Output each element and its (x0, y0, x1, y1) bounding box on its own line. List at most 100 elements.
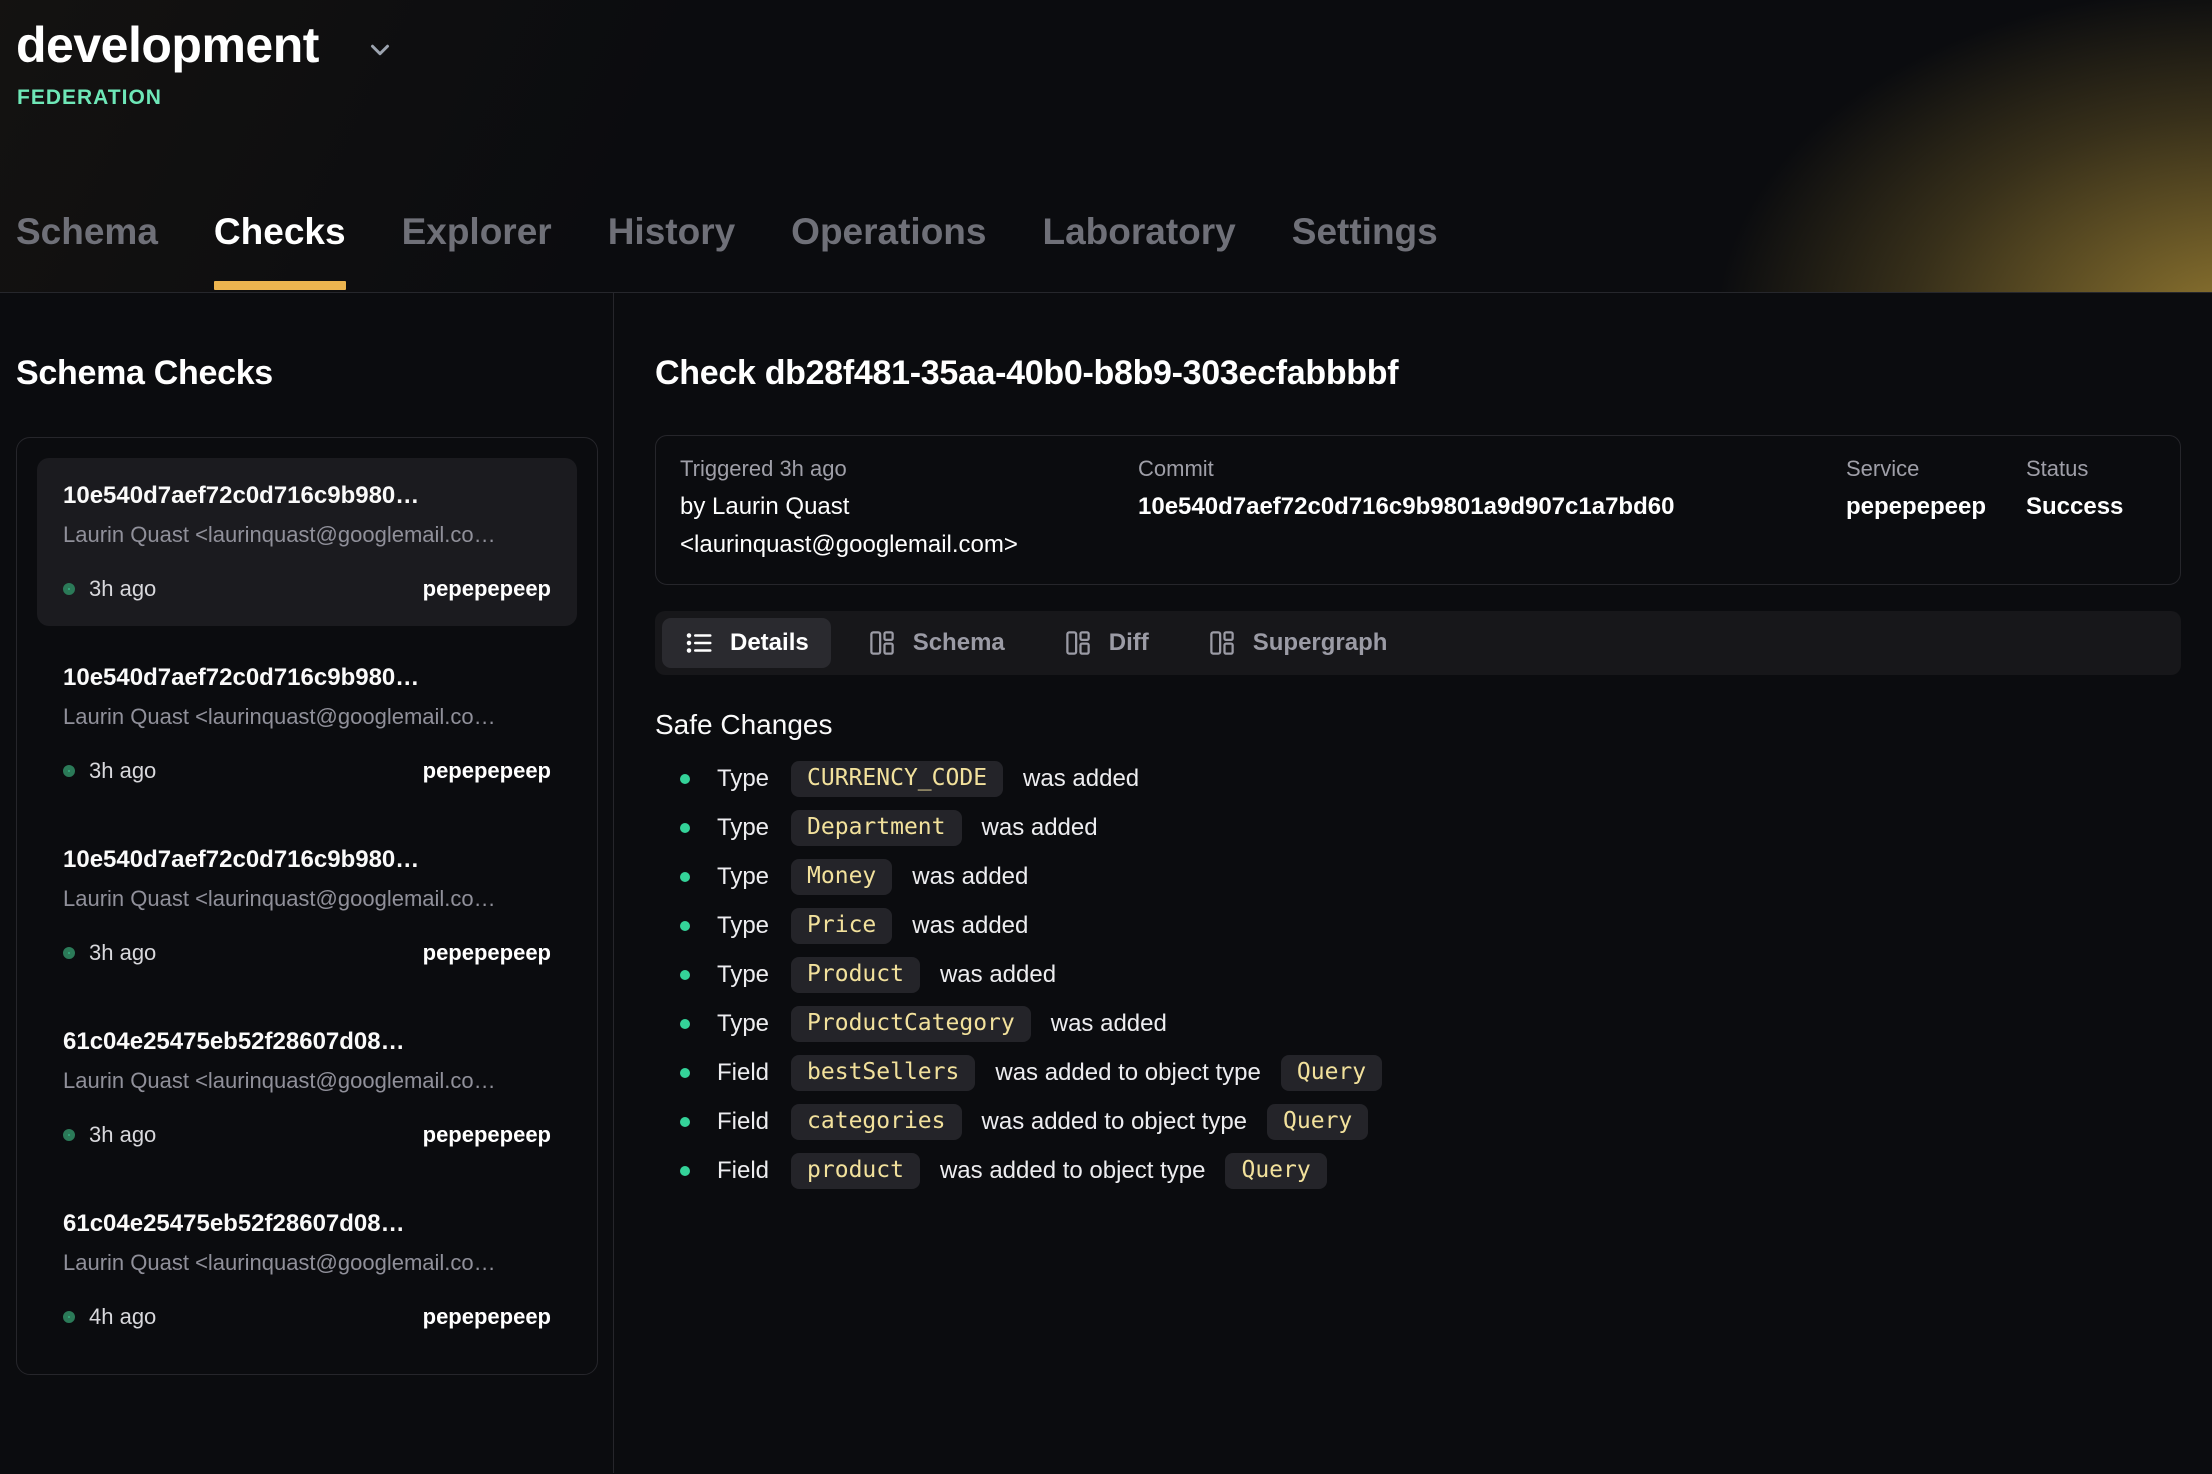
check-detail-tab[interactable]: Schema (845, 618, 1027, 668)
check-card[interactable]: 10e540d7aef72c0d716c9b980… Laurin Quast … (37, 458, 577, 626)
commit-column: Commit 10e540d7aef72c0d716c9b9801a9d907c… (1138, 452, 1846, 564)
checks-list: 10e540d7aef72c0d716c9b980… Laurin Quast … (16, 437, 598, 1375)
check-author: Laurin Quast <laurinquast@googlemail.co… (63, 1068, 551, 1094)
bullet-icon (680, 872, 690, 882)
project-title: development (16, 16, 319, 74)
nav-tab[interactable]: Settings (1292, 210, 1438, 292)
code-chip: Money (791, 859, 892, 895)
change-item: Type Money was added (655, 859, 2181, 895)
nav-tab[interactable]: Schema (16, 210, 158, 292)
columns-icon (1207, 628, 1237, 658)
change-description: was added (940, 961, 1056, 989)
change-item: Type Price was added (655, 908, 2181, 944)
change-description: was added (912, 863, 1028, 891)
nav-tab-label: Laboratory (1043, 211, 1236, 252)
code-chip: bestSellers (791, 1055, 975, 1091)
nav-tab[interactable]: History (608, 210, 735, 292)
nav-tab[interactable]: Laboratory (1043, 210, 1236, 292)
change-kind: Type (717, 1010, 769, 1038)
check-time: 4h ago (89, 1304, 156, 1330)
main-content: Schema Checks 10e540d7aef72c0d716c9b980…… (0, 293, 2212, 1473)
bullet-icon (680, 921, 690, 931)
status-dot-icon (63, 1129, 75, 1141)
check-service: pepepepeep (423, 576, 551, 602)
check-meta-row: 4h ago pepepepeep (63, 1304, 551, 1330)
check-service: pepepepeep (423, 758, 551, 784)
status-label: Status (2026, 452, 2156, 486)
check-detail-tab-label: Diff (1109, 629, 1149, 657)
bullet-icon (680, 1166, 690, 1176)
change-kind: Type (717, 863, 769, 891)
bullet-icon (680, 1117, 690, 1127)
check-service: pepepepeep (423, 1122, 551, 1148)
nav-tab[interactable]: Explorer (402, 210, 552, 292)
change-kind: Type (717, 961, 769, 989)
nav-tab-label: Checks (214, 211, 346, 252)
status-dot-icon (63, 1311, 75, 1323)
check-commit-id: 10e540d7aef72c0d716c9b980… (63, 846, 551, 874)
code-chip: Query (1225, 1153, 1326, 1189)
code-chip: Query (1267, 1104, 1368, 1140)
check-detail-tab-label: Details (730, 629, 809, 657)
project-header: development FEDERATION Schema Checks Exp… (0, 0, 2212, 293)
check-card[interactable]: 10e540d7aef72c0d716c9b980… Laurin Quast … (37, 822, 577, 990)
change-kind: Field (717, 1157, 769, 1185)
change-kind: Type (717, 765, 769, 793)
status-dot-icon (63, 947, 75, 959)
bullet-icon (680, 823, 690, 833)
commit-hash: 10e540d7aef72c0d716c9b9801a9d907c1a7bd60 (1138, 488, 1846, 526)
check-detail-heading: Check db28f481-35aa-40b0-b8b9-303ecfabbb… (655, 354, 2181, 393)
check-meta-row: 3h ago pepepepeep (63, 940, 551, 966)
check-detail-tab[interactable]: Diff (1041, 618, 1171, 668)
nav-tab-label: Schema (16, 211, 158, 252)
triggered-by: by Laurin Quast (680, 488, 1138, 526)
safe-changes-heading: Safe Changes (655, 705, 2181, 745)
code-chip: categories (791, 1104, 961, 1140)
status-dot-icon (63, 765, 75, 777)
status-value: Success (2026, 488, 2156, 526)
check-detail-tab-label: Supergraph (1253, 629, 1388, 657)
change-description: was added to object type (940, 1157, 1206, 1185)
check-card[interactable]: 61c04e25475eb52f28607d08… Laurin Quast <… (37, 1004, 577, 1172)
code-chip: Department (791, 810, 961, 846)
change-item: Field categories was added to object typ… (655, 1104, 2181, 1140)
change-description: was added to object type (982, 1108, 1248, 1136)
check-card[interactable]: 61c04e25475eb52f28607d08… Laurin Quast <… (37, 1186, 577, 1354)
check-author: Laurin Quast <laurinquast@googlemail.co… (63, 1250, 551, 1276)
check-detail-tab[interactable]: Details (662, 618, 831, 668)
columns-icon (1063, 628, 1093, 658)
change-item: Type Department was added (655, 810, 2181, 846)
schema-checks-heading: Schema Checks (16, 354, 613, 393)
bullet-icon (680, 1068, 690, 1078)
nav-tab[interactable]: Checks (214, 210, 346, 292)
change-item: Type ProductCategory was added (655, 1006, 2181, 1042)
check-detail-tab[interactable]: Supergraph (1185, 618, 1410, 668)
check-service: pepepepeep (423, 1304, 551, 1330)
change-item: Type CURRENCY_CODE was added (655, 761, 2181, 797)
check-meta-row: 3h ago pepepepeep (63, 758, 551, 784)
change-item: Field product was added to object type Q… (655, 1153, 2181, 1189)
service-label: Service (1846, 452, 2026, 486)
main-nav: Schema Checks Explorer History Operation… (16, 210, 1438, 292)
nav-tab-label: Explorer (402, 211, 552, 252)
change-description: was added (982, 814, 1098, 842)
change-item: Type Product was added (655, 957, 2181, 993)
triggered-email: <laurinquast@googlemail.com> (680, 526, 1138, 564)
change-kind: Field (717, 1108, 769, 1136)
change-kind: Field (717, 1059, 769, 1087)
check-time: 3h ago (89, 1122, 156, 1148)
service-column: Service pepepepeep (1846, 452, 2026, 564)
nav-tab[interactable]: Operations (791, 210, 986, 292)
columns-icon (867, 628, 897, 658)
change-description: was added (1023, 765, 1139, 793)
check-card[interactable]: 10e540d7aef72c0d716c9b980… Laurin Quast … (37, 640, 577, 808)
check-info-box: Triggered 3h ago by Laurin Quast <laurin… (655, 435, 2181, 585)
code-chip: Price (791, 908, 892, 944)
project-title-row: development (0, 0, 2212, 74)
change-description: was added (912, 912, 1028, 940)
status-column: Status Success (2026, 452, 2156, 564)
chevron-down-icon[interactable] (365, 35, 395, 65)
code-chip: product (791, 1153, 920, 1189)
change-description: was added (1051, 1010, 1167, 1038)
check-commit-id: 10e540d7aef72c0d716c9b980… (63, 664, 551, 692)
